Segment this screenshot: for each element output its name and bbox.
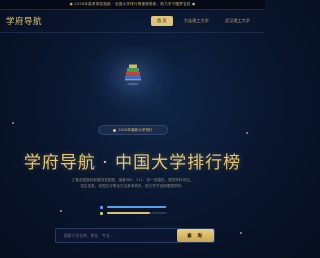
progress-track <box>107 212 167 214</box>
top-navigation: 学府导航 首 页 大连理工大学 武汉理工大学 <box>0 10 265 33</box>
progress-fill <box>107 212 151 214</box>
hero-badge: 2026年最新大学排行 <box>98 125 168 135</box>
progress-fill <box>107 206 166 208</box>
announcement-bar: ● 2026年高考择校指南 · 全国大学排行榜重磅更新，助力学子圆梦名校 ● <box>0 0 265 10</box>
hero-title: 学府导航 · 中国大学排行榜 <box>23 153 242 173</box>
search-bar: 查 询 <box>55 228 215 243</box>
star-decoration <box>240 232 242 234</box>
legend-marker-icon <box>100 205 103 209</box>
progress-legend <box>100 204 170 216</box>
site-logo[interactable]: 学府导航 <box>6 15 42 27</box>
badge-dot-icon <box>113 128 117 132</box>
nav-item-home[interactable]: 首 页 <box>151 16 173 26</box>
badge-text: 2026年最新大学排行 <box>118 127 153 132</box>
books-icon <box>125 64 141 86</box>
announcement-text: ● 2026年高考择校指南 · 全国大学排行榜重磅更新，助力学子圆梦名校 ● <box>69 2 196 6</box>
nav-menu: 首 页 大连理工大学 武汉理工大学 <box>151 16 255 26</box>
legend-row <box>100 210 170 216</box>
hero-subtitle-line-2: 招生信息、校园文化等全方位参考资讯，助力学子选择理想学府。 <box>80 184 185 188</box>
star-decoration <box>246 132 248 134</box>
legend-marker-icon <box>100 211 103 215</box>
search-button[interactable]: 查 询 <box>177 229 214 242</box>
star-decoration <box>60 210 62 212</box>
nav-item-dalian-tech[interactable]: 大连理工大学 <box>179 16 214 26</box>
star-decoration <box>12 122 14 124</box>
progress-track <box>107 206 167 208</box>
search-input[interactable] <box>56 229 174 242</box>
hero-subtitle: 汇集全国高校权威排名数据，涵盖985、211、双一流高校，提供学科评估、 招生信… <box>30 177 235 189</box>
nav-item-wuhan-tech[interactable]: 武汉理工大学 <box>220 16 255 26</box>
